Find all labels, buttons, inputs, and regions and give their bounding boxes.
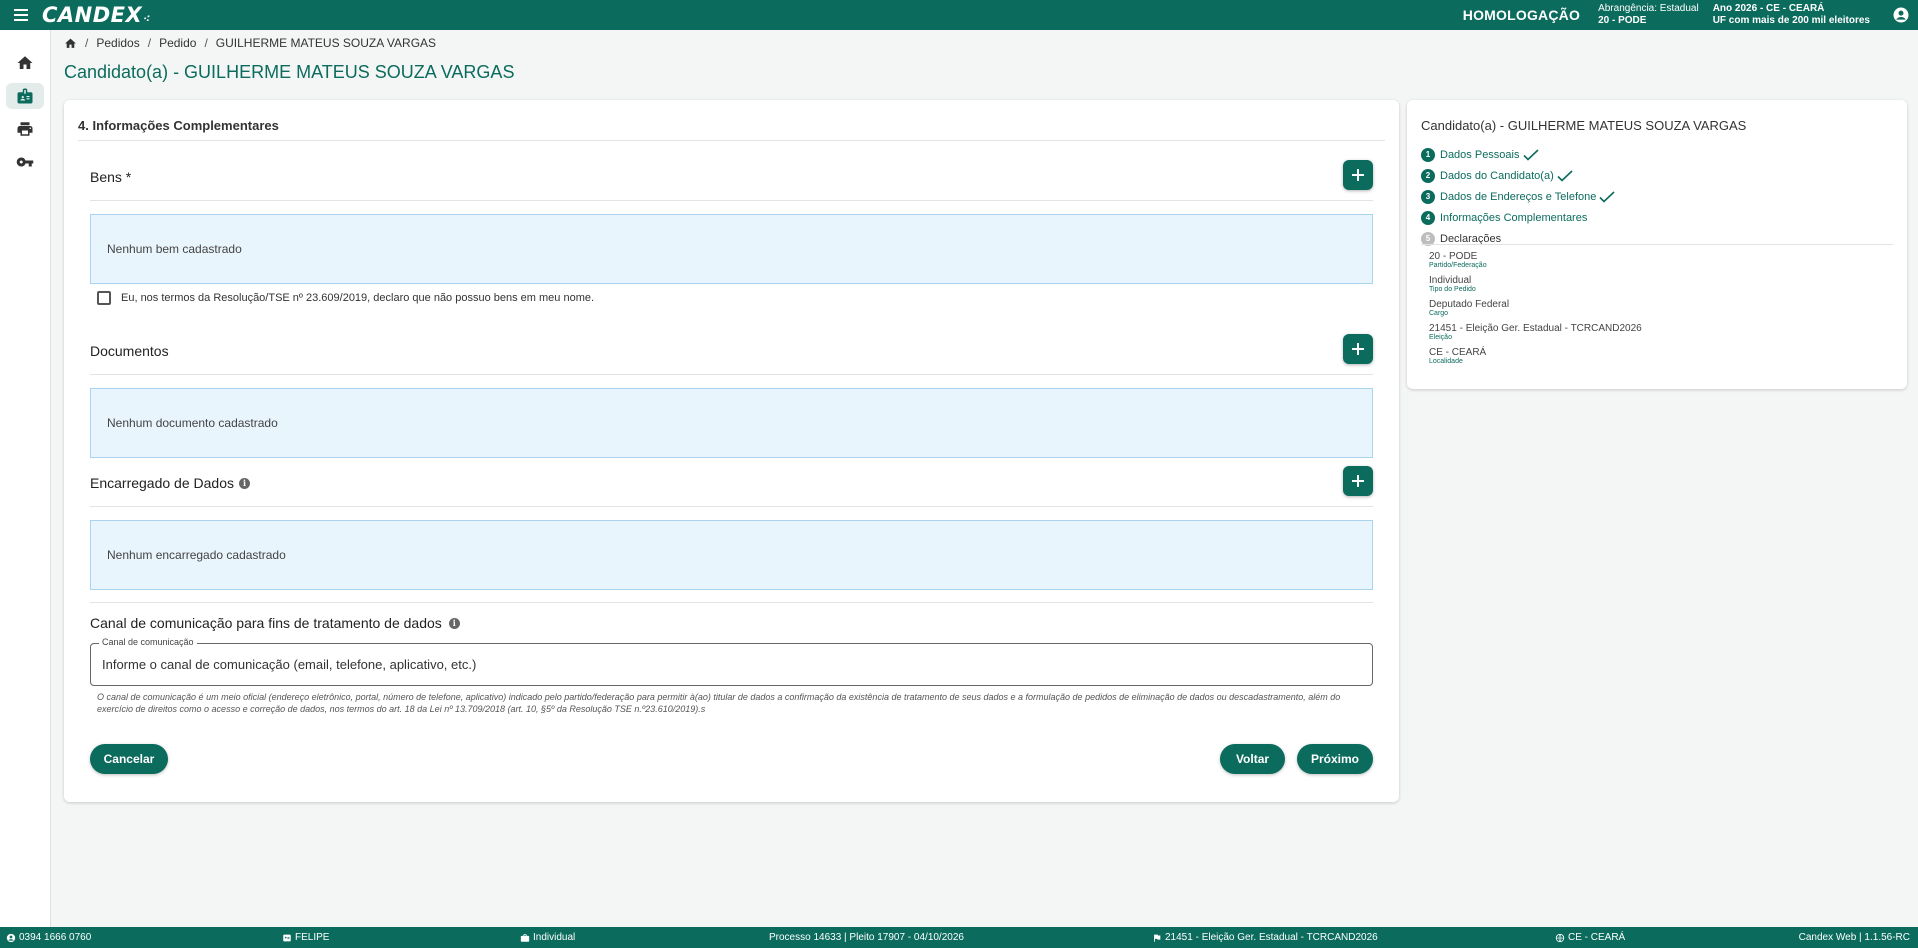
info-icon[interactable]: i: [239, 477, 250, 489]
account-icon[interactable]: [1884, 0, 1918, 30]
top-app-bar: CANDEX⁖ HOMOLOGAÇÃO Abrangência: Estadua…: [0, 0, 1918, 30]
canal-field-label: Canal de comunicação: [99, 637, 197, 647]
canal-title: Canal de comunicação para fins de tratam…: [90, 615, 460, 631]
footer-user: FELIPE: [282, 927, 329, 948]
no-assets-declaration: Eu, nos termos da Resolução/TSE nº 23.60…: [97, 291, 594, 305]
step-informacoes[interactable]: 4 Informações Complementares: [1421, 207, 1615, 228]
app-logo: CANDEX⁖: [42, 3, 151, 27]
check-icon: [1522, 148, 1539, 161]
footer-type: Individual: [520, 927, 575, 948]
canal-hint: O canal de comunicação é um meio oficial…: [97, 692, 1341, 714]
section-heading: 4. Informações Complementares: [78, 118, 279, 133]
divider: [1421, 244, 1893, 245]
canal-input[interactable]: [91, 644, 1372, 685]
meta-tipo: Individual Tipo do Pedido: [1429, 275, 1476, 293]
meta-localidade: CE - CEARÁ Localidade: [1429, 347, 1487, 365]
form-card: 4. Informações Complementares Bens * Nen…: [64, 100, 1399, 802]
nav-candidates[interactable]: [6, 83, 44, 109]
summary-card: Candidato(a) - GUILHERME MATEUS SOUZA VA…: [1407, 100, 1907, 389]
year-info: Ano 2026 - CE - CEARÁ UF com mais de 200…: [1712, 3, 1870, 26]
footer-version: Candex Web | 1.1.56-RC: [1798, 932, 1910, 943]
nav-key[interactable]: [6, 149, 44, 175]
check-icon: [1557, 169, 1573, 182]
footer-process: Processo 14633 | Pleito 17907 - 04/10/20…: [769, 932, 964, 943]
no-assets-checkbox[interactable]: [97, 291, 111, 305]
meta-eleicao: 21451 - Eleição Ger. Estadual - TCRCAND2…: [1429, 323, 1642, 341]
summary-title: Candidato(a) - GUILHERME MATEUS SOUZA VA…: [1421, 118, 1747, 133]
print-icon: [17, 122, 33, 136]
meta-cargo: Deputado Federal Cargo: [1429, 299, 1510, 317]
step-dados-pessoais[interactable]: 1 Dados Pessoais: [1421, 144, 1615, 165]
documentos-title: Documentos: [90, 343, 169, 359]
nav-home[interactable]: [6, 50, 44, 76]
key-icon: [16, 157, 34, 167]
info-icon[interactable]: i: [448, 617, 460, 629]
bens-empty-message: Nenhum bem cadastrado: [90, 214, 1373, 284]
breadcrumb-pedido[interactable]: Pedido: [159, 36, 196, 50]
flag-icon: [1154, 934, 1161, 942]
bens-title: Bens *: [90, 169, 132, 185]
environment-label: HOMOLOGAÇÃO: [1462, 7, 1581, 23]
status-footer: 0394 1666 0760 FELIPE Individual Process…: [0, 927, 1918, 948]
account-icon: [6, 933, 16, 942]
add-bem-button[interactable]: [1343, 160, 1373, 190]
nav-print[interactable]: [6, 116, 44, 142]
step-dados-candidato[interactable]: 2 Dados do Candidato(a): [1421, 165, 1615, 186]
back-button[interactable]: Voltar: [1220, 744, 1285, 774]
menu-icon[interactable]: [0, 0, 42, 30]
canal-field: Canal de comunicação: [90, 637, 1373, 686]
add-documento-button[interactable]: [1343, 334, 1373, 364]
step-declaracoes[interactable]: 5 Declarações: [1421, 228, 1615, 249]
plus-icon: [1352, 475, 1364, 487]
cancel-button[interactable]: Cancelar: [90, 744, 168, 774]
scope-info: Abrangência: Estadual 20 - PODE: [1598, 3, 1699, 26]
home-icon[interactable]: [64, 37, 77, 50]
check-icon: [1599, 190, 1615, 203]
encarregado-empty-message: Nenhum encarregado cadastrado: [90, 520, 1373, 590]
footer-place: CE - CEARÁ: [1555, 927, 1625, 948]
add-encarregado-button[interactable]: [1343, 466, 1373, 496]
meta-partido: 20 - PODE Partido/Federação: [1429, 251, 1487, 269]
breadcrumb-current: GUILHERME MATEUS SOUZA VARGAS: [215, 36, 437, 50]
briefcase-icon: [520, 933, 530, 942]
divider: [90, 374, 1373, 375]
footer-id: 0394 1666 0760: [6, 927, 91, 948]
divider: [90, 602, 1373, 603]
next-button[interactable]: Próximo: [1297, 744, 1373, 774]
plus-icon: [1352, 343, 1364, 355]
documentos-empty-message: Nenhum documento cadastrado: [90, 388, 1373, 458]
encarregado-title: Encarregado de Dados i: [90, 475, 250, 491]
side-rail: [0, 30, 51, 927]
divider: [78, 140, 1385, 141]
divider: [90, 506, 1373, 507]
page-title: Candidato(a) - GUILHERME MATEUS SOUZA VA…: [64, 62, 515, 82]
plus-icon: [1352, 169, 1364, 181]
step-list: 1 Dados Pessoais 2 Dados do Candidato(a)…: [1421, 144, 1615, 249]
footer-election: 21451 - Eleição Ger. Estadual - TCRCAND2…: [1152, 927, 1378, 948]
badge-icon: [283, 934, 291, 941]
breadcrumb-pedidos[interactable]: Pedidos: [96, 36, 139, 50]
breadcrumb: / Pedidos / Pedido / GUILHERME MATEUS SO…: [64, 36, 436, 50]
step-enderecos[interactable]: 3 Dados de Endereços e Telefone: [1421, 186, 1615, 207]
globe-icon: [1555, 933, 1565, 942]
candidate-meta: 20 - PODE Partido/Federação Individual T…: [1429, 251, 1642, 371]
no-assets-label: Eu, nos termos da Resolução/TSE nº 23.60…: [121, 292, 595, 304]
home-icon: [17, 56, 33, 69]
divider: [90, 200, 1373, 201]
badge-icon: [17, 88, 33, 104]
